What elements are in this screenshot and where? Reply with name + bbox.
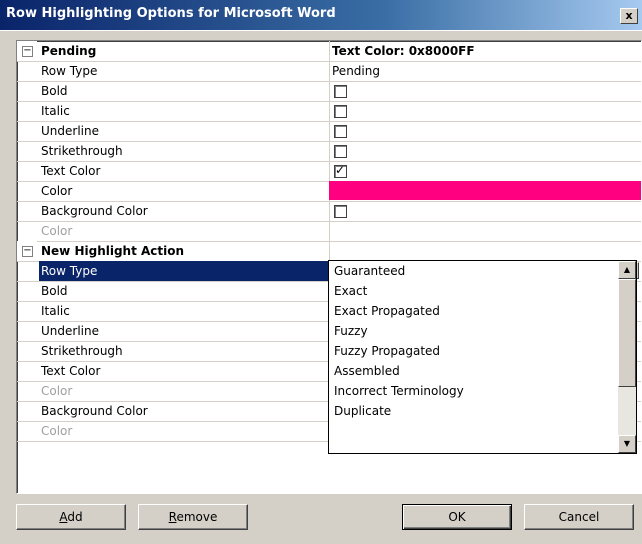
property-name: Text Color xyxy=(39,161,330,181)
remove-button[interactable]: Remove xyxy=(138,504,248,530)
close-icon: x xyxy=(625,9,633,22)
property-name: Strikethrough xyxy=(39,141,330,161)
dropdown-option[interactable]: Incorrect Terminology xyxy=(329,381,617,401)
scroll-down-icon[interactable]: ▼ xyxy=(618,435,636,453)
property-row: Color xyxy=(17,221,641,242)
property-row[interactable]: Text Color ✓ xyxy=(17,161,641,182)
property-name: Italic xyxy=(39,101,330,121)
collapse-pending-icon[interactable]: − xyxy=(22,46,33,57)
category-pending-label: Pending xyxy=(37,41,330,61)
property-row[interactable]: Underline xyxy=(17,121,641,142)
property-name: Bold xyxy=(39,281,330,301)
dropdown-option[interactable]: Exact xyxy=(329,281,617,301)
text-color-checkbox[interactable]: ✓ xyxy=(334,163,347,178)
color-swatch[interactable] xyxy=(329,181,641,200)
property-row[interactable]: Bold xyxy=(17,81,641,102)
close-button[interactable]: x xyxy=(620,8,638,24)
property-row[interactable]: Background Color xyxy=(17,201,641,222)
background-color-checkbox[interactable] xyxy=(334,205,347,218)
gutter: − xyxy=(17,41,37,61)
property-name-disabled: Color xyxy=(39,221,330,241)
dropdown-option[interactable]: Fuzzy Propagated xyxy=(329,341,617,361)
title-bar: Row Highlighting Options for Microsoft W… xyxy=(0,0,642,31)
property-name: Underline xyxy=(39,121,330,141)
check-icon: ✓ xyxy=(335,163,346,177)
property-row[interactable]: Row Type Pending xyxy=(17,61,641,82)
ok-button[interactable]: OK xyxy=(402,504,512,530)
gutter: − xyxy=(17,241,37,261)
dropdown-option[interactable]: Guaranteed xyxy=(329,261,617,281)
dropdown-option[interactable]: Exact Propagated xyxy=(329,301,617,321)
dropdown-option[interactable]: Assembled xyxy=(329,361,617,381)
property-name: Text Color xyxy=(39,361,330,381)
property-name: Row Type xyxy=(39,61,330,81)
property-name: Background Color xyxy=(39,401,330,421)
property-name: Italic xyxy=(39,301,330,321)
dropdown-option[interactable]: Fuzzy xyxy=(329,321,617,341)
property-name: Bold xyxy=(39,81,330,101)
property-row[interactable]: Italic xyxy=(17,101,641,122)
bold-checkbox[interactable] xyxy=(334,85,347,98)
property-name: Color xyxy=(39,181,330,201)
window-title: Row Highlighting Options for Microsoft W… xyxy=(6,6,336,21)
row-type-dropdown-list[interactable]: Guaranteed Exact Exact Propagated Fuzzy … xyxy=(328,260,637,454)
property-name: Strikethrough xyxy=(39,341,330,361)
category-pending-summary: Text Color: 0x8000FF xyxy=(332,44,475,58)
collapse-new-icon[interactable]: − xyxy=(22,246,33,257)
dropdown-option[interactable]: Duplicate xyxy=(329,401,617,421)
remove-label-post: emove xyxy=(176,510,218,524)
row-type-value[interactable]: Pending xyxy=(329,61,641,81)
add-button[interactable]: Add xyxy=(16,504,126,530)
property-name: Background Color xyxy=(39,201,330,221)
dropdown-scrollbar[interactable]: ▲ ▼ xyxy=(618,261,636,453)
property-row[interactable]: Strikethrough xyxy=(17,141,641,162)
cancel-button[interactable]: Cancel xyxy=(524,504,634,530)
strikethrough-checkbox[interactable] xyxy=(334,145,347,158)
add-label-post: dd xyxy=(67,510,83,524)
property-name-disabled: Color xyxy=(39,381,330,401)
italic-checkbox[interactable] xyxy=(334,105,347,118)
scroll-up-icon[interactable]: ▲ xyxy=(618,261,636,279)
property-name-disabled: Color xyxy=(39,421,330,441)
category-new-label: New Highlight Action xyxy=(37,241,330,261)
scroll-thumb[interactable] xyxy=(618,279,636,387)
underline-checkbox[interactable] xyxy=(334,125,347,138)
property-row[interactable]: Color xyxy=(17,181,641,202)
property-name: Underline xyxy=(39,321,330,341)
category-new-highlight-action[interactable]: − New Highlight Action xyxy=(17,241,641,262)
category-pending[interactable]: − Pending Text Color: 0x8000FF xyxy=(17,41,641,62)
property-name-selected: Row Type xyxy=(39,261,330,281)
